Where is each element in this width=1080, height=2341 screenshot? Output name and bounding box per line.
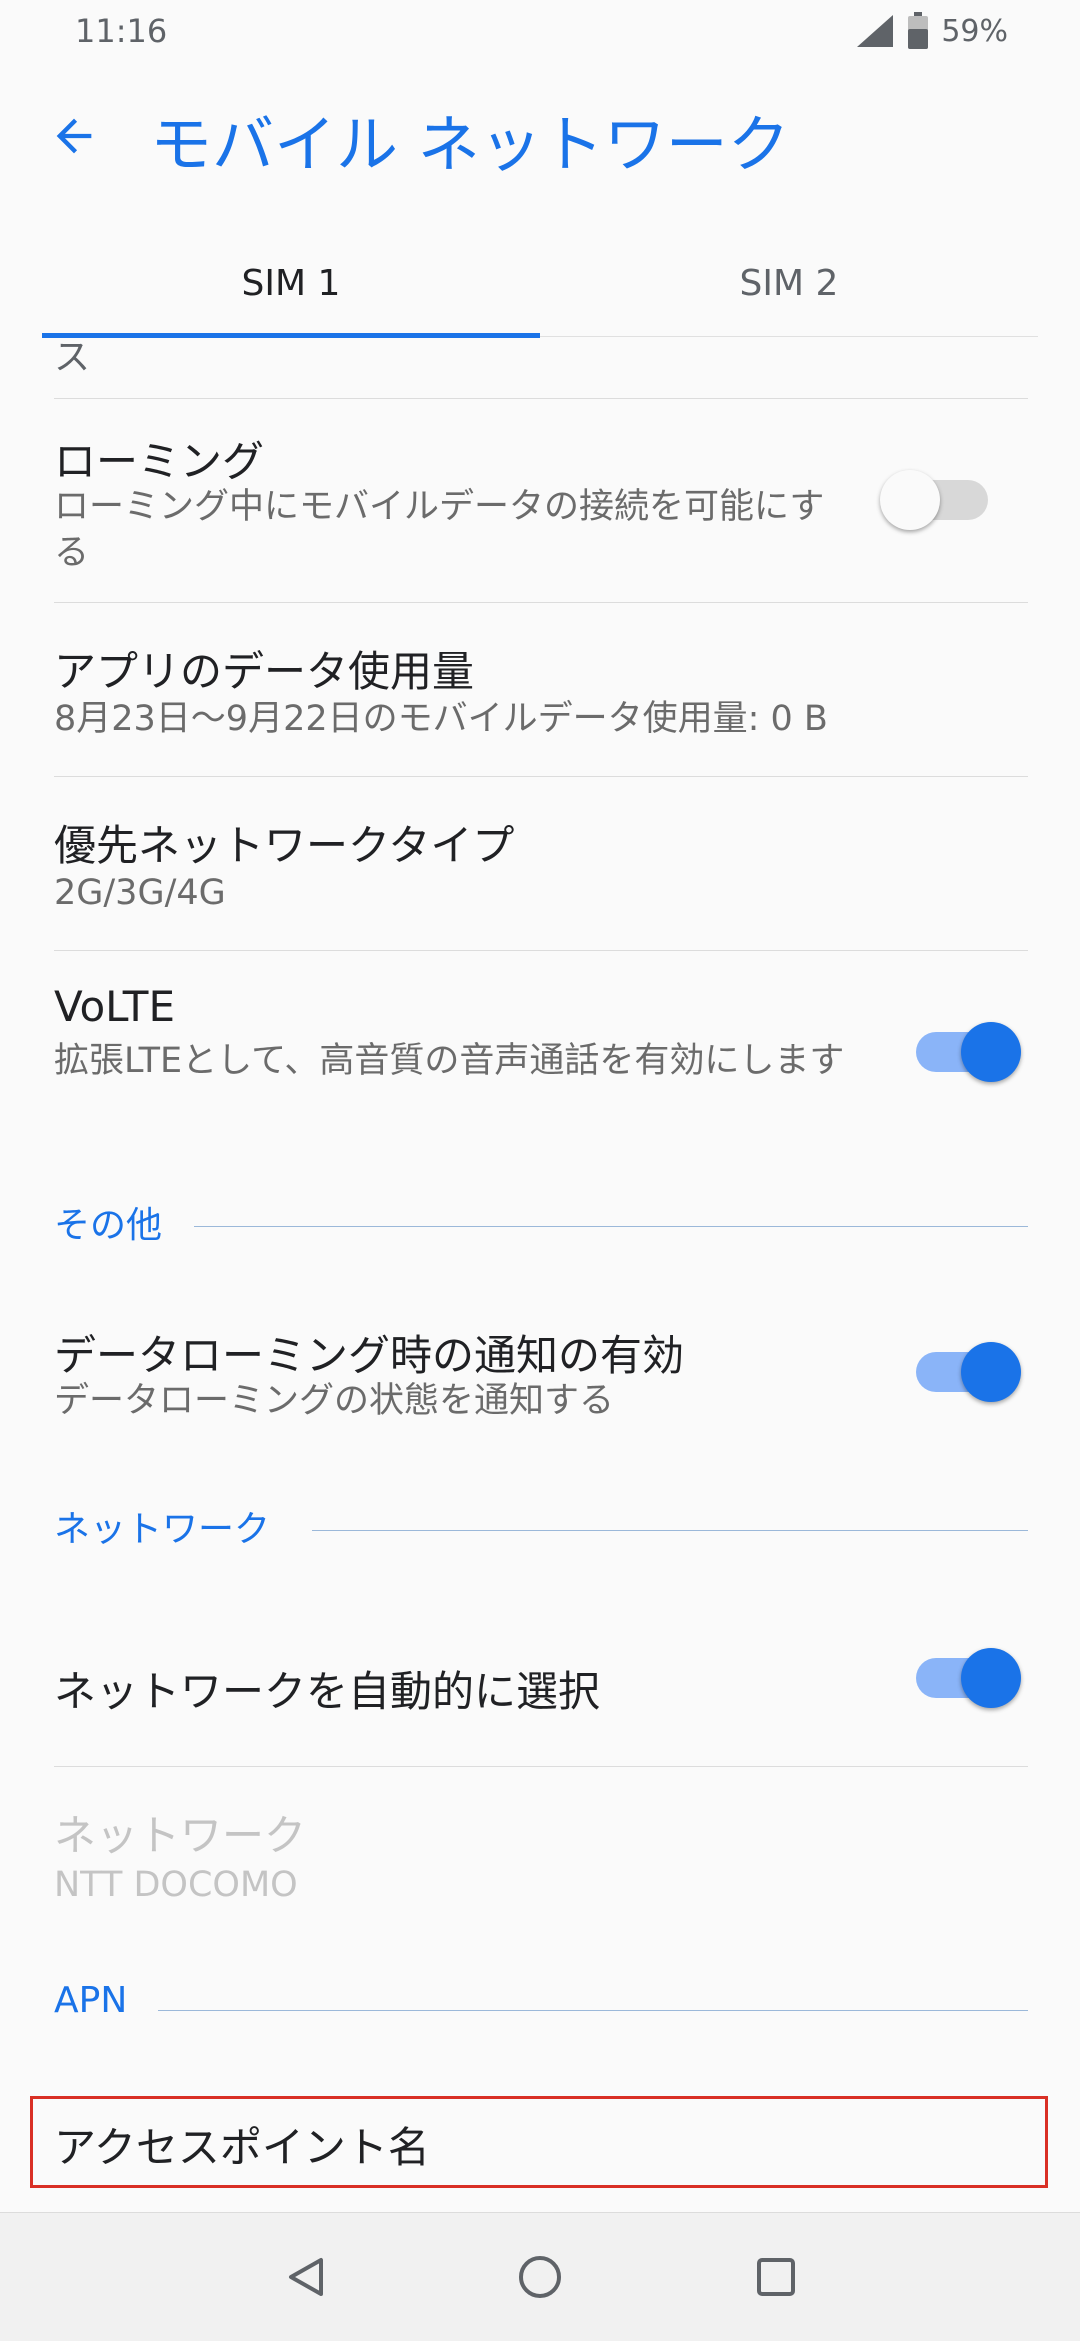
navigation-bar [0, 2212, 1080, 2341]
divider [54, 1766, 1028, 1767]
sim-tabs: SIM 1 SIM 2 [42, 230, 1038, 338]
battery-icon [908, 12, 929, 49]
tab-sim-1[interactable]: SIM 1 [42, 230, 540, 336]
nav-back-button[interactable] [274, 2245, 338, 2309]
home-circle-icon [519, 2256, 561, 2298]
section-divider [158, 2010, 1028, 2011]
preferred-network-title: 優先ネットワークタイプ [54, 821, 515, 870]
section-label-other: その他 [54, 1205, 163, 1246]
roaming-title: ローミング [54, 437, 265, 486]
section-header-apn: APN [54, 1980, 1028, 2040]
divider [54, 398, 1028, 399]
roaming-switch[interactable] [880, 470, 998, 530]
status-icons: 59% [855, 12, 1008, 50]
status-time: 11:16 [75, 12, 168, 50]
section-header-network: ネットワーク [54, 1500, 1028, 1560]
nav-home-button[interactable] [508, 2245, 572, 2309]
battery-percent: 59% [941, 13, 1008, 49]
roaming-notification-title: データローミング時の通知の有効 [54, 1331, 685, 1380]
section-label-network: ネットワーク [54, 1509, 271, 1550]
divider [54, 950, 1028, 951]
back-triangle-icon [289, 2258, 323, 2296]
app-data-subtitle: 8月23日〜9月22日のモバイルデータ使用量: 0 B [54, 699, 828, 739]
back-button[interactable] [38, 100, 110, 172]
partial-list-item: ス [54, 338, 91, 378]
roaming-notification-switch[interactable] [916, 1342, 1026, 1402]
status-bar: 11:16 59% [0, 0, 1080, 64]
app-data-title: アプリのデータ使用量 [54, 647, 475, 696]
volte-subtitle: 拡張LTEとして、高音質の音声通話を有効にします [54, 1041, 845, 1081]
divider [54, 776, 1028, 777]
section-header-other: その他 [54, 1196, 1028, 1256]
network-subtitle: NTT DOCOMO [54, 1865, 298, 1905]
highlight-box [30, 2096, 1048, 2188]
volte-title: VoLTE [54, 982, 175, 1031]
section-label-apn: APN [54, 1980, 128, 2021]
network-title: ネットワーク [54, 1811, 307, 1860]
roaming-notification-subtitle: データローミングの状態を通知する [54, 1381, 615, 1421]
auto-network-title: ネットワークを自動的に選択 [54, 1667, 601, 1716]
auto-network-switch[interactable] [916, 1648, 1026, 1708]
signal-icon [857, 15, 894, 47]
arrow-back-icon [56, 118, 92, 154]
app-bar: モバイル ネットワーク [0, 64, 1080, 204]
roaming-subtitle: ローミング中にモバイルデータの接続を可能にする [54, 487, 825, 573]
nav-recents-button[interactable] [744, 2245, 808, 2309]
preferred-network-subtitle: 2G/3G/4G [54, 873, 226, 913]
section-divider [194, 1226, 1028, 1227]
divider [54, 602, 1028, 603]
settings-list[interactable]: ス ローミング ローミング中にモバイルデータの接続を可能にする アプリのデータ使… [0, 338, 1080, 2208]
tab-sim-2[interactable]: SIM 2 [540, 230, 1038, 336]
section-divider [312, 1530, 1028, 1531]
volte-switch[interactable] [916, 1022, 1026, 1082]
page-title: モバイル ネットワーク [150, 108, 790, 181]
recents-square-icon [757, 2258, 795, 2296]
